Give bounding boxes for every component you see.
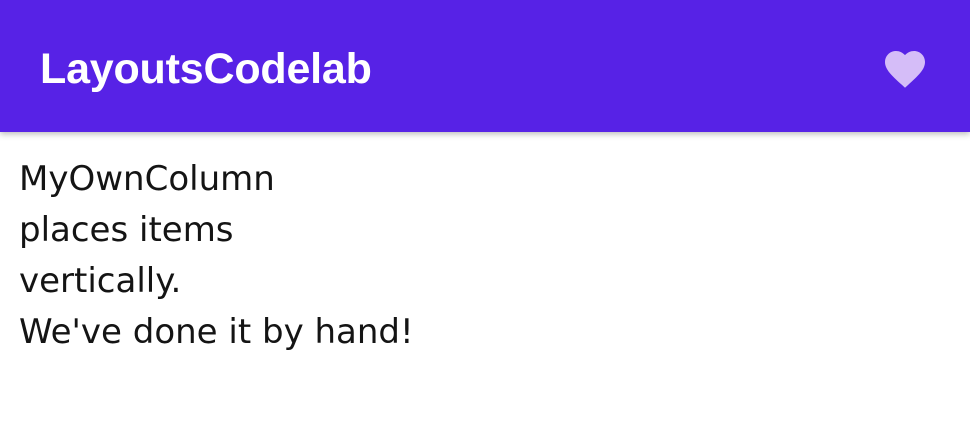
app-title: LayoutsCodelab <box>40 45 372 93</box>
column-text-line: vertically. <box>19 261 182 301</box>
custom-column: MyOwnColumn places items vertically. We'… <box>19 154 719 358</box>
favorite-button[interactable] <box>872 38 938 100</box>
column-text-line: We've done it by hand! <box>19 312 414 352</box>
main-content: MyOwnColumn places items vertically. We'… <box>0 132 970 444</box>
column-text-line: places items <box>19 210 234 250</box>
heart-icon <box>885 51 925 88</box>
column-text-line: MyOwnColumn <box>19 159 275 199</box>
top-app-bar: LayoutsCodelab <box>0 0 970 132</box>
